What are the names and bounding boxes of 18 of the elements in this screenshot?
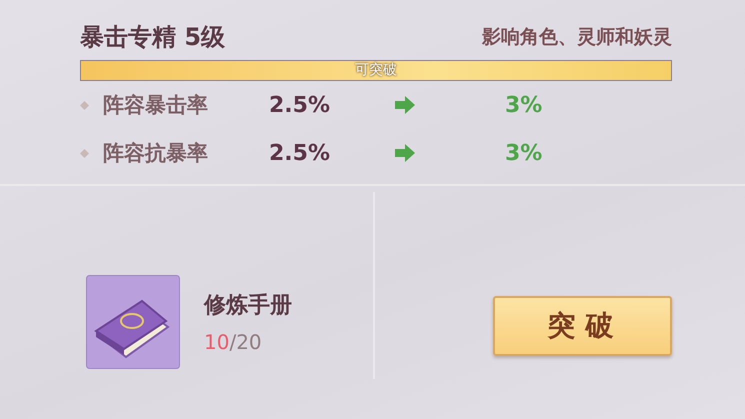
arrow-right-icon bbox=[395, 144, 415, 162]
required-count: /20 bbox=[229, 330, 262, 354]
scope-text: 影响角色、灵师和妖灵 bbox=[482, 25, 672, 50]
arrow-right-icon bbox=[395, 96, 415, 114]
stat-current: 2.5% bbox=[269, 140, 332, 166]
diamond-icon bbox=[80, 100, 89, 110]
stat-next: 3% bbox=[505, 92, 542, 118]
progress-label: 可突破 bbox=[355, 61, 397, 80]
book-icon[interactable] bbox=[86, 274, 180, 368]
stat-next: 3% bbox=[505, 140, 542, 166]
breakthrough-button[interactable]: 突破 bbox=[493, 296, 672, 356]
diamond-icon bbox=[80, 148, 89, 158]
stat-name: 阵容暴击率 bbox=[103, 92, 209, 119]
owned-count: 10 bbox=[204, 330, 230, 354]
skill-title: 暴击专精 5级 bbox=[80, 22, 226, 53]
stat-name: 阵容抗暴率 bbox=[103, 140, 209, 167]
stat-current: 2.5% bbox=[269, 92, 332, 118]
material-name: 修炼手册 bbox=[204, 292, 292, 320]
